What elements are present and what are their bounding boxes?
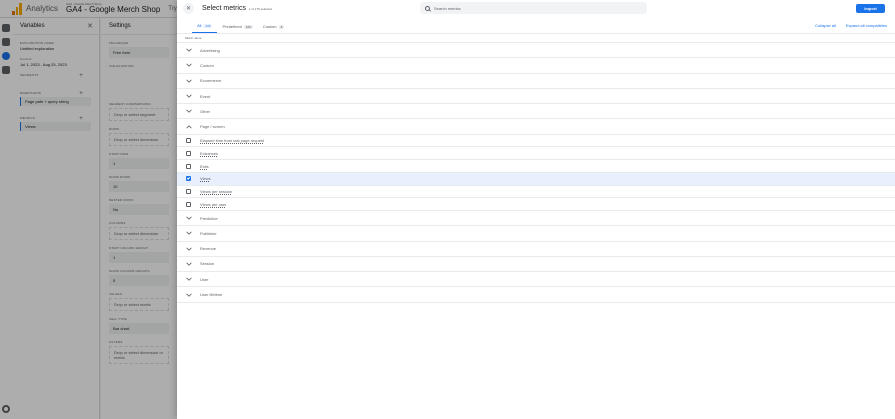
metrics-search[interactable] [420, 2, 647, 14]
chevron-down-icon[interactable] [186, 276, 192, 282]
tab-all[interactable]: All 174 [192, 23, 218, 33]
tab-predefined[interactable]: Predefined 169 [217, 24, 257, 33]
metric-item-label: Views per session [200, 188, 233, 194]
metric-group-label: Page / screen [200, 124, 225, 130]
metric-group-row[interactable]: Advertising [177, 43, 895, 59]
tab-label: Custom [262, 24, 277, 29]
tab-count-badge: 169 [243, 24, 253, 29]
close-dialog-button[interactable]: ✕ [183, 3, 194, 14]
tab-label: Predefined [222, 24, 242, 29]
metric-item-row[interactable]: Views [177, 172, 895, 186]
metric-group-label: Other [200, 108, 211, 114]
metric-group-row[interactable]: Revenue [177, 242, 895, 257]
tab-label: All [197, 23, 202, 28]
collapse-all-button[interactable]: Collapse all [815, 23, 836, 28]
dialog-title: Select metrics [202, 5, 246, 12]
metric-group-label: Session [200, 261, 215, 267]
metric-group-label: Event [200, 93, 211, 99]
checkbox[interactable] [186, 201, 191, 207]
tab-count-badge: 8 [278, 24, 285, 29]
metric-item-row[interactable]: Entrances [177, 147, 895, 161]
metric-group-row[interactable]: Page / screen [177, 119, 895, 135]
checkbox[interactable] [186, 163, 191, 169]
chevron-up-icon[interactable] [186, 124, 192, 130]
metric-item-label: Entrances [200, 150, 219, 156]
chevron-down-icon[interactable] [186, 78, 192, 84]
chevron-down-icon[interactable] [186, 62, 192, 68]
expand-all-button[interactable]: Expand all compatibles [846, 23, 887, 28]
select-metrics-dialog: ✕ Select metrics 1 of 175 selected Impor… [177, 0, 895, 419]
metric-group-row[interactable]: User [177, 272, 895, 288]
chevron-down-icon[interactable] [186, 47, 192, 53]
checkbox[interactable] [186, 138, 191, 144]
metric-item-row[interactable]: Exits [177, 160, 895, 173]
column-header: Metric name [177, 34, 895, 43]
chevron-down-icon[interactable] [186, 261, 192, 267]
chevron-down-icon[interactable] [186, 246, 192, 252]
metric-group-label: Predictive [200, 215, 218, 221]
checkbox[interactable] [186, 150, 191, 156]
chevron-down-icon[interactable] [186, 215, 192, 221]
metric-group-row[interactable]: Publisher [177, 226, 895, 242]
metric-group-row[interactable]: Other [177, 104, 895, 120]
metric-item-row[interactable]: Elapsed time from last page request [177, 135, 895, 148]
chevron-down-icon[interactable] [186, 292, 192, 298]
metric-item-row[interactable]: Views per session [177, 186, 895, 199]
metric-group-row[interactable]: Predictive [177, 211, 895, 227]
tab-custom[interactable]: Custom 8 [258, 24, 289, 33]
metric-item-row[interactable]: Views per user [177, 198, 895, 211]
metric-item-label: Views per user [200, 201, 227, 207]
metric-tabs: All 174 Predefined 169 Custom 8 Collapse all Ex… [177, 17, 895, 34]
metric-group-row[interactable]: Ecommerce [177, 74, 895, 89]
modal-scrim[interactable] [0, 0, 177, 419]
dialog-header: ✕ Select metrics 1 of 175 selected Impor… [177, 0, 895, 17]
metric-group-label: User lifetime [200, 292, 223, 298]
close-icon: ✕ [185, 6, 192, 12]
metric-group-label: Custom [200, 62, 214, 68]
import-button[interactable]: Import [856, 4, 885, 13]
metric-group-label: Revenue [200, 246, 217, 252]
metric-item-label: Exits [200, 163, 209, 169]
metric-item-label: Elapsed time from last page request [200, 138, 265, 144]
checkbox-checked[interactable] [186, 176, 191, 182]
search-icon [425, 5, 430, 11]
metric-group-row[interactable]: Event [177, 89, 895, 105]
selected-count: 1 of 175 selected [248, 6, 272, 11]
tab-count-badge: 174 [203, 23, 213, 28]
metric-group-label: User [200, 276, 209, 282]
chevron-down-icon[interactable] [186, 230, 192, 236]
metric-group-row[interactable]: Session [177, 257, 895, 273]
metric-item-label: Views [200, 176, 211, 182]
search-input[interactable] [434, 5, 584, 11]
metric-group-row[interactable]: User lifetime [177, 287, 895, 303]
metric-group-label: Publisher [200, 230, 217, 236]
metric-group-row[interactable]: Custom [177, 58, 895, 74]
chevron-down-icon[interactable] [186, 93, 192, 99]
metric-list: Advertising Custom Ecommerce Event Other Page… [177, 43, 895, 303]
metric-group-label: Ecommerce [200, 78, 222, 84]
metric-group-label: Advertising [200, 47, 220, 53]
checkbox[interactable] [186, 188, 191, 194]
chevron-down-icon[interactable] [186, 108, 192, 114]
list-actions: Collapse all Expand all compatibles [815, 23, 887, 28]
